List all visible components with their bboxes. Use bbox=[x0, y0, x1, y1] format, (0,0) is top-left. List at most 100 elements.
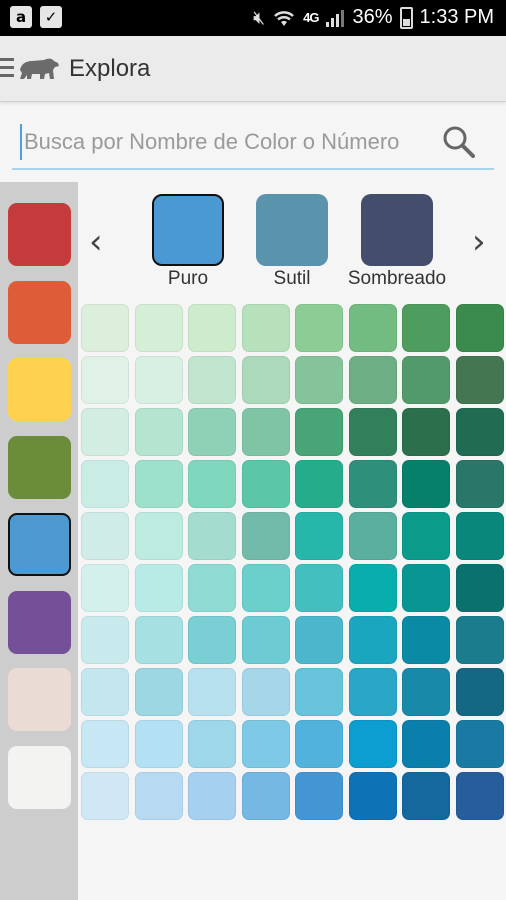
shade-label[interactable]: Sombreado bbox=[337, 268, 457, 290]
color-swatch[interactable] bbox=[188, 408, 236, 456]
color-family-red[interactable] bbox=[8, 203, 71, 266]
color-swatch[interactable] bbox=[81, 304, 129, 352]
color-swatch[interactable] bbox=[134, 460, 183, 508]
color-swatch[interactable] bbox=[241, 616, 290, 664]
color-swatch[interactable] bbox=[241, 668, 290, 716]
color-swatch[interactable] bbox=[188, 304, 236, 352]
chevron-left-icon[interactable]: ‹ bbox=[89, 222, 103, 262]
color-swatch[interactable] bbox=[402, 668, 450, 716]
chevron-right-icon[interactable]: › bbox=[472, 222, 486, 262]
color-swatch[interactable] bbox=[348, 616, 397, 664]
color-swatch[interactable] bbox=[402, 720, 450, 768]
color-family-blue[interactable] bbox=[8, 513, 71, 576]
color-swatch[interactable] bbox=[455, 460, 504, 508]
color-swatch[interactable] bbox=[295, 512, 343, 560]
color-swatch[interactable] bbox=[295, 356, 343, 404]
color-swatch[interactable] bbox=[348, 668, 397, 716]
color-swatch[interactable] bbox=[455, 356, 504, 404]
color-swatch[interactable] bbox=[295, 772, 343, 820]
color-family-white[interactable] bbox=[8, 745, 71, 809]
color-swatch[interactable] bbox=[188, 460, 236, 508]
color-swatch[interactable] bbox=[402, 772, 450, 820]
color-swatch[interactable] bbox=[348, 564, 397, 612]
color-swatch[interactable] bbox=[134, 616, 183, 664]
color-swatch[interactable] bbox=[295, 304, 343, 352]
color-family-orange[interactable] bbox=[8, 280, 71, 344]
color-swatch[interactable] bbox=[81, 564, 129, 612]
color-swatch[interactable] bbox=[134, 512, 183, 560]
color-swatch[interactable] bbox=[455, 616, 504, 664]
color-swatch[interactable] bbox=[295, 720, 343, 768]
color-swatch[interactable] bbox=[455, 668, 504, 716]
color-swatch[interactable] bbox=[241, 720, 290, 768]
color-swatch[interactable] bbox=[241, 772, 290, 820]
color-swatch[interactable] bbox=[295, 616, 343, 664]
color-swatch[interactable] bbox=[402, 356, 450, 404]
color-swatch[interactable] bbox=[134, 408, 183, 456]
color-family-green[interactable] bbox=[8, 435, 71, 499]
color-swatch[interactable] bbox=[241, 564, 290, 612]
color-swatch[interactable] bbox=[81, 616, 129, 664]
color-swatch[interactable] bbox=[241, 408, 290, 456]
color-swatch[interactable] bbox=[81, 408, 129, 456]
search-input[interactable] bbox=[20, 124, 430, 160]
color-swatch[interactable] bbox=[81, 772, 129, 820]
color-swatch[interactable] bbox=[402, 616, 450, 664]
color-swatch[interactable] bbox=[81, 512, 129, 560]
search-icon[interactable] bbox=[442, 125, 476, 159]
shade-swatch-sutil[interactable] bbox=[256, 194, 328, 266]
color-swatch[interactable] bbox=[402, 304, 450, 352]
color-swatch[interactable] bbox=[348, 460, 397, 508]
color-family-pink[interactable] bbox=[8, 668, 71, 731]
color-swatch[interactable] bbox=[241, 460, 290, 508]
color-swatch[interactable] bbox=[402, 564, 450, 612]
color-swatch[interactable] bbox=[134, 668, 183, 716]
color-swatch[interactable] bbox=[295, 408, 343, 456]
shade-swatch-puro[interactable] bbox=[152, 194, 224, 266]
color-swatch[interactable] bbox=[295, 564, 343, 612]
color-swatch[interactable] bbox=[295, 668, 343, 716]
color-swatch[interactable] bbox=[81, 720, 129, 768]
color-swatch[interactable] bbox=[188, 616, 236, 664]
hamburger-icon[interactable] bbox=[0, 58, 14, 78]
color-swatch[interactable] bbox=[134, 772, 183, 820]
color-swatch[interactable] bbox=[134, 720, 183, 768]
color-swatch[interactable] bbox=[402, 512, 450, 560]
color-swatch[interactable] bbox=[241, 356, 290, 404]
color-swatch[interactable] bbox=[241, 304, 290, 352]
color-swatch[interactable] bbox=[348, 772, 397, 820]
color-swatch[interactable] bbox=[348, 408, 397, 456]
color-swatch[interactable] bbox=[455, 408, 504, 456]
color-swatch[interactable] bbox=[188, 564, 236, 612]
color-family-yellow[interactable] bbox=[8, 358, 71, 421]
shade-swatch-sombreado[interactable] bbox=[361, 194, 433, 266]
color-swatch[interactable] bbox=[455, 720, 504, 768]
color-swatch[interactable] bbox=[188, 512, 236, 560]
color-swatch[interactable] bbox=[81, 356, 129, 404]
color-swatch[interactable] bbox=[455, 304, 504, 352]
color-swatch[interactable] bbox=[134, 564, 183, 612]
color-family-purple[interactable] bbox=[8, 590, 71, 654]
color-swatch[interactable] bbox=[188, 720, 236, 768]
color-swatch[interactable] bbox=[81, 460, 129, 508]
color-swatch[interactable] bbox=[134, 304, 183, 352]
color-swatch[interactable] bbox=[402, 460, 450, 508]
color-swatch[interactable] bbox=[241, 512, 290, 560]
color-swatch[interactable] bbox=[188, 772, 236, 820]
color-swatch[interactable] bbox=[455, 564, 504, 612]
color-swatch[interactable] bbox=[348, 304, 397, 352]
color-swatch[interactable] bbox=[295, 460, 343, 508]
color-swatch[interactable] bbox=[348, 720, 397, 768]
color-swatch[interactable] bbox=[455, 772, 504, 820]
shade-label[interactable]: Puro bbox=[128, 268, 248, 290]
color-swatch[interactable] bbox=[134, 356, 183, 404]
shade-label[interactable]: Sutil bbox=[232, 268, 352, 290]
color-swatch[interactable] bbox=[188, 668, 236, 716]
color-swatch[interactable] bbox=[348, 356, 397, 404]
color-swatch[interactable] bbox=[81, 668, 129, 716]
color-swatch[interactable] bbox=[402, 408, 450, 456]
color-swatch[interactable] bbox=[348, 512, 397, 560]
color-swatch[interactable] bbox=[455, 512, 504, 560]
color-swatch[interactable] bbox=[188, 356, 236, 404]
download-icon: ✓ bbox=[40, 6, 62, 28]
